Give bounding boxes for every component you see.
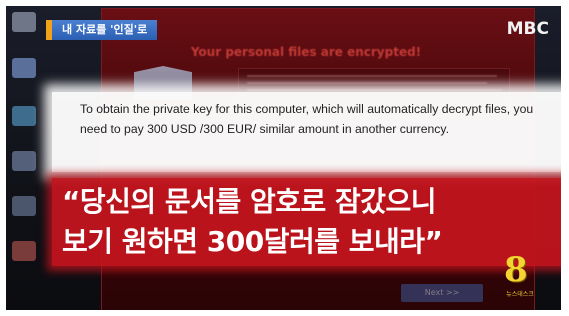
- channel-logo: 8 뉴스데스크: [500, 253, 540, 301]
- blurred-text-line: [247, 75, 497, 77]
- tv-broadcast-screen: Your personal files are encrypted! Next …: [6, 6, 561, 310]
- document-icon: [12, 196, 36, 216]
- korean-caption-line-2: 보기 원하면 300달러를 보내라”: [62, 225, 443, 258]
- app-icon: [12, 106, 36, 126]
- next-button[interactable]: Next >>: [401, 284, 483, 302]
- program-icon: [12, 241, 36, 261]
- video-frame: Your personal files are encrypted! Next …: [0, 0, 569, 316]
- blurred-text-line: [247, 89, 502, 91]
- channel-subtitle: 뉴스데스크: [506, 291, 534, 298]
- blurred-text-line: [247, 82, 487, 84]
- ransom-window-title: Your personal files are encrypted!: [190, 45, 422, 59]
- broadcaster-logo: MBC: [506, 19, 549, 39]
- channel-number: 8: [504, 250, 528, 290]
- folder-icon: [12, 58, 36, 78]
- news-headline-tag: 내 자료를 '인질'로: [46, 20, 158, 40]
- korean-caption-line-1: “당신의 문서를 암호로 잠갔으니: [62, 185, 437, 218]
- shortcut-icon: [12, 151, 36, 171]
- recycle-bin-icon: [12, 12, 36, 32]
- english-quote-text: To obtain the private key for this compu…: [80, 102, 534, 136]
- desktop-icon-strip: [6, 6, 44, 310]
